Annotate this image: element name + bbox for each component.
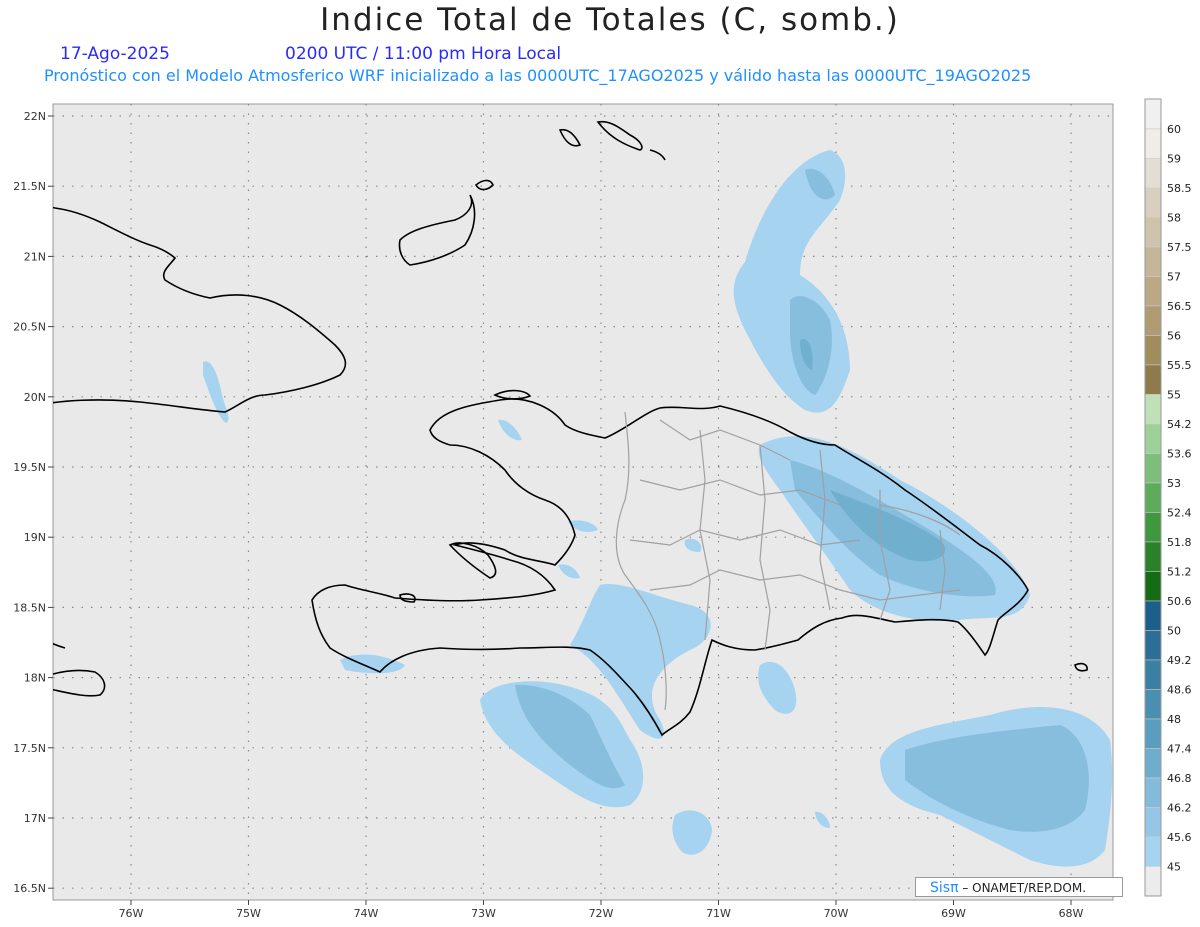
lat-label: 17.5N xyxy=(13,742,46,755)
legend-swatch xyxy=(1144,600,1162,631)
legend-swatch xyxy=(1144,246,1162,277)
credit-text: – ONAMET/REP.DOM. xyxy=(958,881,1087,895)
legend-swatch xyxy=(1144,276,1162,307)
lon-label: 72W xyxy=(589,907,614,920)
legend-swatch xyxy=(1144,748,1162,779)
legend-top-cap xyxy=(1144,98,1162,130)
legend-swatch xyxy=(1144,158,1162,189)
legend-swatch xyxy=(1144,512,1162,543)
legend-label: 51.2 xyxy=(1167,566,1192,579)
lat-label: 19N xyxy=(24,531,46,544)
forecast-map: 22N 21.5N 21N 20.5N 20N 19.5N 19N 18.5N 18N 17.5N… xyxy=(13,98,1192,920)
lat-label: 17N xyxy=(24,812,46,825)
lon-label: 75W xyxy=(236,907,261,920)
lat-label: 20N xyxy=(24,391,46,404)
legend-swatch xyxy=(1144,836,1162,867)
legend-swatch xyxy=(1144,305,1162,336)
legend-label: 58 xyxy=(1167,212,1181,225)
legend-swatch xyxy=(1144,128,1162,159)
legend-swatch xyxy=(1144,718,1162,749)
lon-label: 73W xyxy=(471,907,496,920)
legend-label: 55 xyxy=(1167,389,1181,402)
legend-label: 49.2 xyxy=(1167,654,1192,667)
legend-label: 57.5 xyxy=(1167,241,1192,254)
legend-swatch xyxy=(1144,335,1162,366)
legend-swatch xyxy=(1144,453,1162,484)
legend-swatch xyxy=(1144,807,1162,838)
legend-swatch xyxy=(1144,541,1162,572)
legend-label: 51.8 xyxy=(1167,536,1192,549)
lon-label: 74W xyxy=(354,907,379,920)
legend-label: 53 xyxy=(1167,477,1181,490)
lat-label: 20.5N xyxy=(13,321,46,334)
lat-label: 18.5N xyxy=(13,601,46,614)
legend-swatch xyxy=(1144,659,1162,690)
credit-box: Sisπ – ONAMET/REP.DOM. xyxy=(915,877,1123,897)
legend-label: 55.5 xyxy=(1167,359,1192,372)
lat-label: 22N xyxy=(24,110,46,123)
legend-label: 46.2 xyxy=(1167,802,1192,815)
legend-swatch xyxy=(1144,571,1162,602)
lat-label: 18N xyxy=(24,672,46,685)
legend-label: 45.6 xyxy=(1167,831,1192,844)
legend-label: 60 xyxy=(1167,123,1181,136)
legend-label: 57 xyxy=(1167,271,1181,284)
legend-label: 54.2 xyxy=(1167,418,1192,431)
legend-swatch xyxy=(1144,423,1162,454)
lon-label: 69W xyxy=(941,907,966,920)
lat-label: 21N xyxy=(24,250,46,263)
legend-label: 52.4 xyxy=(1167,507,1192,520)
color-legend: 60 59 58.5 58 57.5 57 56.5 56 55.5 55 54.2 53.6 53 52… xyxy=(1144,98,1192,897)
lat-label: 16.5N xyxy=(13,882,46,895)
legend-swatch xyxy=(1144,217,1162,248)
lon-label: 68W xyxy=(1059,907,1084,920)
legend-label: 56.5 xyxy=(1167,300,1192,313)
legend-label: 59 xyxy=(1167,153,1181,166)
lon-label: 70W xyxy=(824,907,849,920)
legend-label: 48 xyxy=(1167,713,1181,726)
lat-label: 21.5N xyxy=(13,180,46,193)
lon-label: 71W xyxy=(706,907,731,920)
legend-swatch xyxy=(1144,482,1162,513)
legend-swatch xyxy=(1144,777,1162,808)
credit-brand: Sisπ xyxy=(930,880,959,896)
lat-label: 19.5N xyxy=(13,461,46,474)
lon-label: 76W xyxy=(119,907,144,920)
legend-label: 50.6 xyxy=(1167,595,1192,608)
legend-label: 50 xyxy=(1167,625,1181,638)
legend-swatch xyxy=(1144,394,1162,425)
legend-swatch xyxy=(1144,364,1162,395)
legend-label: 53.6 xyxy=(1167,448,1192,461)
legend-swatch xyxy=(1144,630,1162,661)
legend-label: 48.6 xyxy=(1167,684,1192,697)
legend-swatch xyxy=(1144,689,1162,720)
legend-swatch xyxy=(1144,187,1162,218)
legend-label: 56 xyxy=(1167,330,1181,343)
legend-label: 47.4 xyxy=(1167,743,1192,756)
legend-label: 58.5 xyxy=(1167,182,1192,195)
legend-swatch xyxy=(1144,866,1162,897)
legend-label: 46.8 xyxy=(1167,772,1192,785)
legend-label: 45 xyxy=(1167,861,1181,874)
